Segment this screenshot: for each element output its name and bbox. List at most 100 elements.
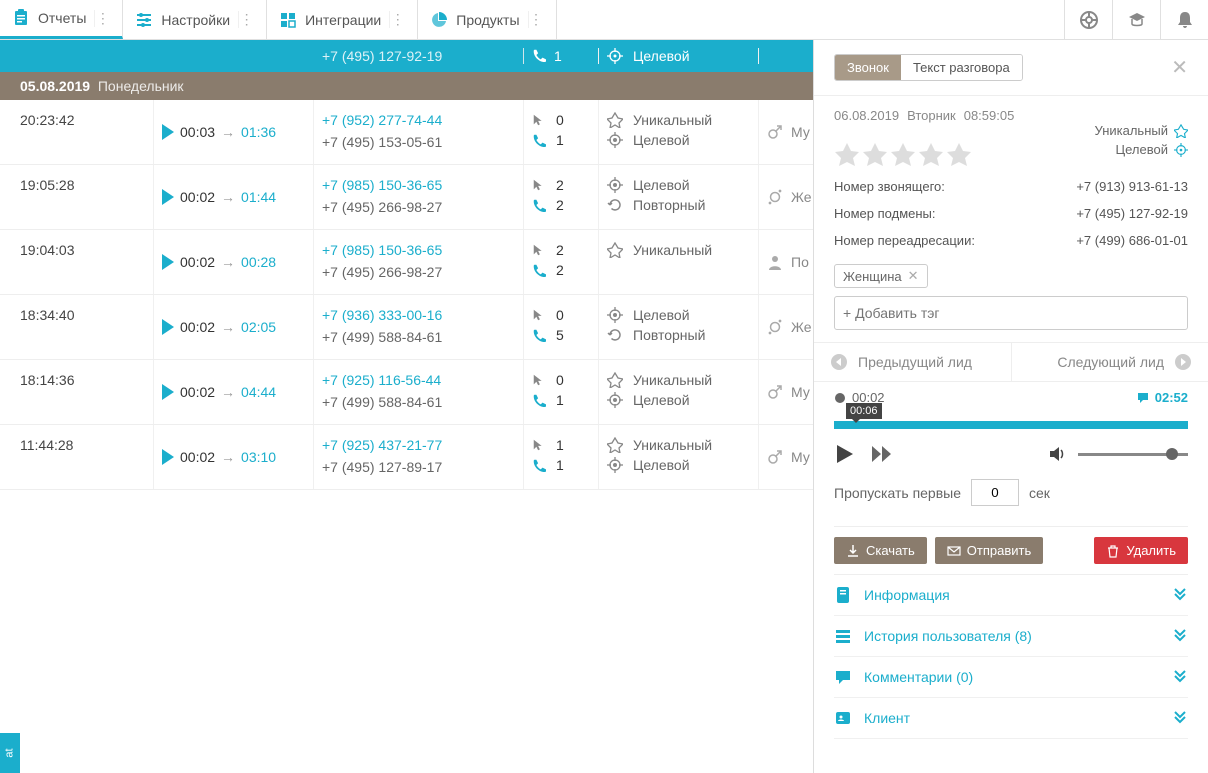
info-label: Номер звонящего: [834, 179, 945, 194]
sub-phone: +7 (495) 153-05-61 [322, 134, 515, 150]
active-row: +7 (495) 127-92-19 1 Целевой [0, 40, 813, 72]
download-button[interactable]: Скачать [834, 537, 927, 564]
date-separator: 05.08.2019 Понедельник [0, 72, 813, 100]
gender-cell: Же [759, 295, 813, 359]
gender-cell: Му [759, 360, 813, 424]
caller-phone[interactable]: +7 (925) 116-56-44 [322, 372, 515, 388]
remove-tag-icon[interactable]: ✕ [908, 268, 919, 284]
gender-cell: Му [759, 100, 813, 164]
nav-products[interactable]: Продукты ⋮ [418, 0, 556, 39]
cursor-icon [532, 243, 546, 257]
nav-label: Интеграции [305, 12, 381, 28]
nav-reports[interactable]: Отчеты ⋮ [0, 0, 123, 39]
duration-cell: 00:03→01:36 [154, 100, 314, 164]
play-icon[interactable] [162, 254, 174, 270]
clipboard-icon [12, 9, 30, 27]
tag-chip[interactable]: Женщина✕ [834, 264, 928, 288]
tags-cell: ЦелевойПовторный [599, 295, 759, 359]
prev-lead-button[interactable]: Предыдущий лид [814, 343, 1011, 381]
star-icon[interactable] [862, 141, 888, 167]
star-icon[interactable] [946, 141, 972, 167]
table-row[interactable]: 18:34:4000:02→02:05+7 (936) 333-00-16+7 … [0, 295, 813, 360]
dots-icon[interactable]: ⋮ [389, 11, 405, 28]
education-icon[interactable] [1112, 0, 1160, 39]
info-label: Номер переадресации: [834, 233, 975, 248]
table-row[interactable]: 19:05:2800:02→01:44+7 (985) 150-36-65+7 … [0, 165, 813, 230]
dots-icon[interactable]: ⋮ [94, 10, 110, 27]
play-icon[interactable] [162, 384, 174, 400]
send-button[interactable]: Отправить [935, 537, 1043, 564]
dots-icon[interactable]: ⋮ [238, 11, 254, 28]
close-icon[interactable]: ✕ [1171, 55, 1188, 80]
table-row[interactable]: 18:14:3600:02→04:44+7 (925) 116-56-44+7 … [0, 360, 813, 425]
table-row[interactable]: 20:23:4200:03→01:36+7 (952) 277-74-44+7 … [0, 100, 813, 165]
play-icon[interactable] [162, 449, 174, 465]
dots-icon[interactable]: ⋮ [528, 11, 544, 28]
acc-comments[interactable]: Комментарии (0) [834, 657, 1188, 698]
chevron-down-icon [1174, 628, 1188, 645]
caller-phone[interactable]: +7 (952) 277-74-44 [322, 112, 515, 128]
phone-icon [532, 48, 546, 62]
chat-tab[interactable]: at [0, 733, 20, 773]
volume-slider[interactable] [1078, 453, 1188, 456]
acc-history[interactable]: История пользователя (8) [834, 616, 1188, 657]
stats-cell: 22 [524, 165, 599, 229]
next-lead-button[interactable]: Следующий лид [1011, 343, 1208, 381]
tab-call[interactable]: Звонок [835, 55, 901, 80]
play-icon[interactable] [162, 189, 174, 205]
table-row[interactable]: 11:44:2800:02→03:10+7 (925) 437-21-77+7 … [0, 425, 813, 490]
marker-icon [834, 392, 846, 404]
puzzle-icon [279, 11, 297, 29]
phone-cell: +7 (925) 437-21-77+7 (495) 127-89-17 [314, 425, 524, 489]
table-row[interactable]: 19:04:0300:02→00:28+7 (985) 150-36-65+7 … [0, 230, 813, 295]
support-icon[interactable] [1064, 0, 1112, 39]
tag-icon [607, 112, 623, 128]
nav-settings[interactable]: Настройки ⋮ [123, 0, 267, 39]
add-tag-input[interactable] [834, 296, 1188, 330]
gender-cell: Му [759, 425, 813, 489]
sub-phone: +7 (499) 588-84-61 [322, 394, 515, 410]
acc-info[interactable]: Информация [834, 575, 1188, 616]
time-cell: 11:44:28 [0, 425, 154, 489]
gender-icon [767, 124, 783, 140]
bell-icon[interactable] [1160, 0, 1208, 39]
nav-label: Продукты [456, 12, 519, 28]
caller-phone[interactable]: +7 (936) 333-00-16 [322, 307, 515, 323]
play-button[interactable] [834, 443, 856, 465]
side-panel: Звонок Текст разговора ✕ 06.08.2019Вторн… [813, 40, 1208, 773]
player-track[interactable]: 00:06 [834, 421, 1188, 429]
volume-icon[interactable] [1048, 444, 1068, 464]
info-icon [834, 586, 852, 604]
star-icon[interactable] [918, 141, 944, 167]
stats-cell: 01 [524, 360, 599, 424]
phone-cell: +7 (985) 150-36-65+7 (495) 266-98-27 [314, 230, 524, 294]
tab-transcript[interactable]: Текст разговора [901, 55, 1022, 80]
duration-cell: 00:02→02:05 [154, 295, 314, 359]
star-icon[interactable] [834, 141, 860, 167]
stats-cell: 11 [524, 425, 599, 489]
download-icon [846, 544, 860, 558]
chevron-down-icon [1174, 710, 1188, 727]
tag-icon [607, 242, 623, 258]
cursor-icon [532, 113, 546, 127]
acc-client[interactable]: Клиент [834, 698, 1188, 739]
tag-icon [607, 177, 623, 193]
play-icon[interactable] [162, 319, 174, 335]
duration-cell: 00:02→04:44 [154, 360, 314, 424]
star-icon[interactable] [890, 141, 916, 167]
chevron-down-icon [1174, 669, 1188, 686]
tag-icon [607, 457, 623, 473]
tags-cell: УникальныйЦелевой [599, 360, 759, 424]
delete-button[interactable]: Удалить [1094, 537, 1188, 564]
tag-icon [607, 197, 623, 213]
caller-phone[interactable]: +7 (985) 150-36-65 [322, 242, 515, 258]
caller-phone[interactable]: +7 (925) 437-21-77 [322, 437, 515, 453]
nav-right [1064, 0, 1208, 39]
caller-phone[interactable]: +7 (985) 150-36-65 [322, 177, 515, 193]
phone-cell: +7 (936) 333-00-16+7 (499) 588-84-61 [314, 295, 524, 359]
skip-input[interactable] [971, 479, 1019, 506]
tag-icon [607, 307, 623, 323]
forward-button[interactable] [870, 443, 894, 465]
nav-integrations[interactable]: Интеграции ⋮ [267, 0, 418, 39]
play-icon[interactable] [162, 124, 174, 140]
